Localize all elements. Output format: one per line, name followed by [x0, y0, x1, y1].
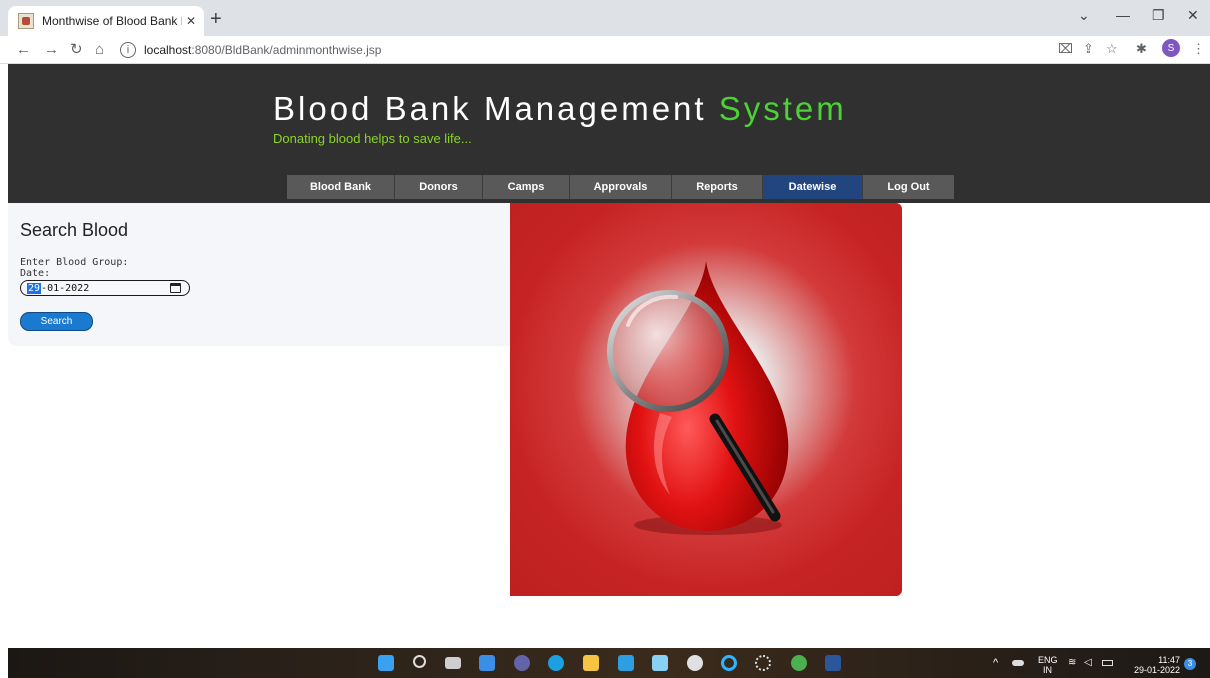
- hero-image: [510, 203, 902, 596]
- home-icon[interactable]: ⌂: [95, 40, 104, 60]
- date-label: Date:: [20, 268, 51, 279]
- clock[interactable]: 11:47 29-01-2022: [1128, 655, 1180, 675]
- close-tab-icon[interactable]: ✕: [186, 14, 196, 28]
- edge-browser-icon[interactable]: [548, 655, 564, 671]
- github-icon[interactable]: [687, 655, 703, 671]
- battery-icon[interactable]: [1102, 660, 1113, 666]
- chrome-icon[interactable]: [791, 655, 807, 671]
- search-panel: Search Blood Enter Blood Group: Date: 29…: [8, 203, 510, 346]
- extensions-puzzle-icon[interactable]: ✱: [1136, 41, 1147, 57]
- calendar-icon[interactable]: [170, 283, 181, 293]
- window-close-icon[interactable]: ✕: [1187, 7, 1199, 24]
- word-icon[interactable]: [825, 655, 841, 671]
- url-field[interactable]: i localhost:8080/BldBank/adminmonthwise.…: [120, 39, 1050, 61]
- date-day-segment[interactable]: 29: [27, 282, 42, 294]
- nav-donors[interactable]: Donors: [395, 175, 483, 199]
- search-title: Search Blood: [20, 220, 129, 240]
- browser-menu-icon[interactable]: ⋮: [1192, 41, 1205, 57]
- share-icon[interactable]: ⇪: [1083, 41, 1094, 57]
- nav-log-out[interactable]: Log Out: [863, 175, 954, 199]
- onedrive-cloud-icon[interactable]: [1012, 660, 1024, 666]
- task-view-icon[interactable]: [445, 657, 461, 669]
- blood-group-label: Enter Blood Group:: [20, 257, 129, 268]
- site-title: Blood Bank Management System: [273, 90, 847, 127]
- chat-icon[interactable]: [514, 655, 530, 671]
- nav-reports[interactable]: Reports: [672, 175, 763, 199]
- file-explorer-icon[interactable]: [583, 655, 599, 671]
- bookmark-star-icon[interactable]: ☆: [1106, 41, 1118, 57]
- settings-gear-icon[interactable]: [755, 655, 771, 671]
- url-text: localhost:8080/BldBank/adminmonthwise.js…: [144, 43, 382, 57]
- language-indicator[interactable]: ENG IN: [1038, 655, 1058, 675]
- back-arrow-icon[interactable]: ←: [16, 40, 31, 60]
- address-bar-row: ← → ↻ ⌂ i localhost:8080/BldBank/adminmo…: [0, 36, 1210, 64]
- forward-arrow-icon[interactable]: →: [44, 40, 59, 60]
- browser-tab-bar: Monthwise of Blood Bank Manag ✕ + ⌄ — ❐ …: [0, 0, 1210, 36]
- date-input[interactable]: 29 -01-2022: [20, 280, 190, 296]
- new-tab-icon[interactable]: +: [210, 8, 222, 30]
- blood-drop-magnifier-illustration: [607, 261, 789, 535]
- store-icon[interactable]: [618, 655, 634, 671]
- wifi-icon[interactable]: ≋: [1068, 658, 1076, 668]
- info-icon[interactable]: i: [120, 42, 136, 58]
- profile-avatar[interactable]: S: [1162, 39, 1180, 57]
- nav-datewise[interactable]: Datewise: [763, 175, 863, 199]
- tray-chevron-icon[interactable]: ^: [993, 658, 998, 669]
- cortana-icon[interactable]: [721, 655, 737, 671]
- search-icon[interactable]: [413, 655, 426, 668]
- tab-title: Monthwise of Blood Bank Manag: [42, 14, 182, 28]
- reload-icon[interactable]: ↻: [70, 40, 83, 60]
- site-tagline: Donating blood helps to save life...: [273, 131, 472, 146]
- site-favicon-icon: [18, 13, 34, 29]
- tab-search-chevron-icon[interactable]: ⌄: [1078, 7, 1090, 24]
- minimize-icon[interactable]: —: [1116, 7, 1130, 23]
- search-button[interactable]: Search: [20, 312, 93, 331]
- restore-icon[interactable]: ❐: [1152, 7, 1165, 24]
- nav-blood-bank[interactable]: Blood Bank: [287, 175, 395, 199]
- os-taskbar: ^ ENG IN ≋ ◁ 11:47 29-01-2022 3: [8, 648, 1210, 678]
- dropbox-icon[interactable]: [652, 655, 668, 671]
- date-month-year-segment[interactable]: -01-2022: [41, 283, 89, 294]
- nav-camps[interactable]: Camps: [483, 175, 570, 199]
- windows-start-icon[interactable]: [378, 655, 394, 671]
- widgets-icon[interactable]: [479, 655, 495, 671]
- site-header: Blood Bank Management System Donating bl…: [8, 64, 1210, 203]
- nav-approvals[interactable]: Approvals: [570, 175, 672, 199]
- volume-icon[interactable]: ◁: [1084, 658, 1092, 668]
- browser-tab[interactable]: Monthwise of Blood Bank Manag ✕: [8, 6, 204, 36]
- translate-icon[interactable]: ⌧: [1058, 41, 1073, 57]
- main-nav: Blood Bank Donors Camps Approvals Report…: [287, 175, 954, 199]
- notification-badge[interactable]: 3: [1184, 658, 1196, 670]
